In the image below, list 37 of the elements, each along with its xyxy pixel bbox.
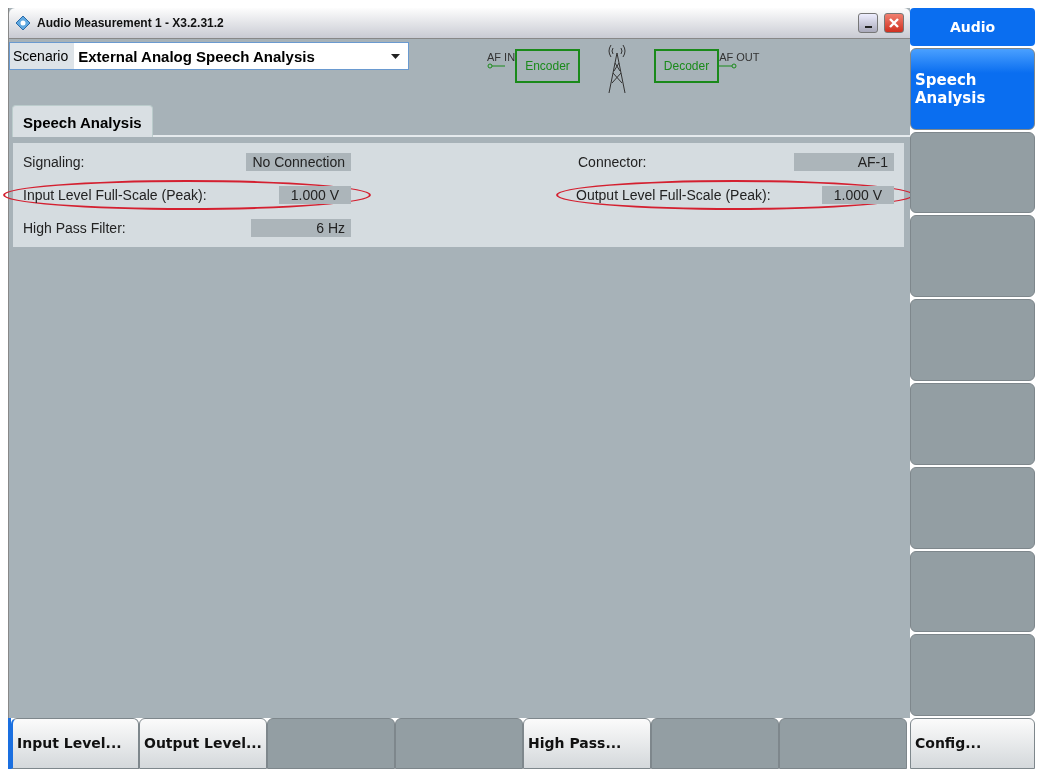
softkey-button[interactable]: [779, 718, 907, 769]
minimize-icon: [864, 26, 872, 28]
connector-line-icon: [487, 63, 505, 69]
af-out-label: AF OUT: [719, 51, 760, 63]
menu-button[interactable]: [910, 131, 1035, 214]
softkey-button[interactable]: [395, 718, 523, 769]
softkey-button[interactable]: Input Level...: [11, 718, 139, 769]
encoder-block: Encoder: [515, 49, 580, 83]
softkey-button[interactable]: [267, 718, 395, 769]
connector-line-icon: [719, 63, 738, 69]
caret-icon: [391, 53, 400, 59]
parameter-value: 6 Hz: [251, 219, 351, 237]
tab[interactable]: Speech Analysis: [12, 105, 153, 137]
parameter-label: High Pass Filter:: [23, 220, 126, 236]
close-icon: [888, 17, 900, 29]
parameter-label: Signaling:: [23, 154, 85, 170]
parameter-value: AF-1: [794, 153, 894, 171]
config-button[interactable]: Config...: [910, 718, 1035, 769]
menu-button[interactable]: Speech Analysis: [910, 47, 1035, 130]
minimize-button[interactable]: [858, 13, 878, 33]
parameter-label: Output Level Full-Scale (Peak):: [576, 187, 771, 203]
parameter-value: 1.000 V: [278, 186, 351, 204]
softkey-button[interactable]: High Pass...: [523, 718, 651, 769]
softkey-button[interactable]: Output Level...: [139, 718, 267, 769]
decoder-block: Decoder: [653, 49, 720, 83]
close-button[interactable]: [884, 13, 904, 33]
parameter-value: 1.000 V: [821, 186, 894, 204]
parameter-value: No Connection: [246, 153, 351, 171]
parameter-label: Connector:: [578, 154, 647, 170]
parameter-label: Input Level Full-Scale (Peak):: [23, 187, 207, 203]
menu-title: Audio: [910, 8, 1035, 46]
scenario-dropdown[interactable]: Scenario External Analog Speech Analysis: [9, 42, 409, 70]
menu-button[interactable]: [910, 550, 1035, 633]
window-title: Audio Measurement 1 - X3.2.31.2: [37, 16, 224, 30]
diamond-logo-icon: [15, 15, 31, 31]
softkey-button[interactable]: [651, 718, 779, 769]
af-in-label: AF IN: [487, 51, 516, 63]
